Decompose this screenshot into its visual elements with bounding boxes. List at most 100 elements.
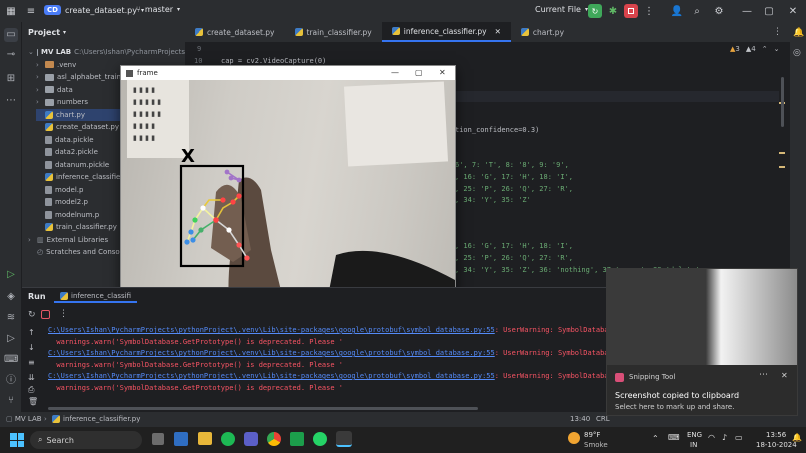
trash-icon[interactable]: 🗑 [28, 397, 38, 406]
search-icon[interactable]: ⌕ [690, 4, 704, 18]
console-line[interactable]: C:\Users\Ishan\PycharmProjects\pythonPro… [48, 349, 609, 357]
file-explorer-icon[interactable] [198, 432, 212, 445]
rerun-icon[interactable]: ↻ [28, 310, 36, 320]
tab-create-dataset[interactable]: create_dataset.py [185, 22, 285, 42]
folder-icon[interactable]: ▭ [4, 28, 18, 42]
frame-window-titlebar[interactable]: frame [121, 66, 455, 80]
tree-item-label: datanum.pickle [55, 160, 110, 169]
python-file-icon [60, 291, 68, 300]
tab-chart[interactable]: chart.py [511, 22, 574, 42]
file-link[interactable]: C:\Users\Ishan\PycharmProjects\pythonPro… [48, 326, 495, 334]
file-link[interactable]: C:\Users\Ishan\PycharmProjects\pythonPro… [48, 349, 495, 357]
debug-icon[interactable]: ✱ [606, 4, 620, 18]
frame-window-title: frame [137, 69, 158, 77]
file-breadcrumb[interactable]: inference_classifier.py [52, 415, 140, 423]
scroll-to-end-icon[interactable]: ⇊ [28, 373, 35, 382]
volume-icon[interactable]: ♪ [722, 433, 727, 442]
task-view-icon[interactable] [152, 433, 164, 445]
tab-inference-classifier[interactable]: inference_classifier.py ✕ [381, 22, 511, 42]
inspection-widget[interactable]: ▲3 ▲4 ⌃ ⌄ [730, 45, 779, 53]
more-options-icon[interactable]: ⋯ [759, 370, 768, 380]
battery-icon[interactable]: ▭ [735, 433, 743, 442]
structure-icon[interactable]: ⊞ [4, 72, 18, 86]
more-actions-icon[interactable]: ⋮ [642, 4, 656, 18]
snipping-tool-notification[interactable]: Snipping Tool ⋯ ✕ Screenshot copied to c… [606, 268, 798, 416]
notification-bell-icon[interactable]: 🔔 [792, 433, 802, 442]
clock-time[interactable]: 13:56 [766, 431, 786, 439]
teams-icon[interactable] [244, 432, 258, 446]
git-icon[interactable]: ⑂ [4, 394, 18, 408]
keyboard-icon[interactable]: ⌨ [668, 433, 680, 442]
language-top[interactable]: ENG [687, 431, 702, 439]
editor-scrollbar[interactable] [781, 77, 784, 127]
caret-position[interactable]: 13:40 [570, 415, 590, 423]
layers-icon[interactable]: ≋ [4, 311, 18, 325]
spotify-icon[interactable] [221, 432, 235, 446]
problems-icon[interactable]: ⓘ [4, 374, 18, 388]
code-fragment: , 16: 'G', 17: 'H', 18: 'I', [455, 242, 574, 250]
run-icon[interactable]: ▷ [4, 268, 18, 282]
project-panel-header[interactable]: Project ▾ [22, 22, 185, 42]
minimize-icon[interactable]: — [740, 4, 754, 18]
stop-icon[interactable] [41, 310, 50, 319]
services-icon[interactable]: ▷ [4, 332, 18, 346]
project-breadcrumb[interactable]: ▢ MV LAB [6, 415, 42, 423]
predicted-character: X [181, 146, 195, 167]
tab-train-classifier[interactable]: train_classifier.py [285, 22, 382, 42]
file-link[interactable]: C:\Users\Ishan\PycharmProjects\pythonPro… [48, 372, 495, 380]
maximize-icon[interactable]: ▢ [762, 4, 776, 18]
stop-button[interactable] [624, 4, 638, 18]
file-icon [45, 135, 52, 144]
language-bottom[interactable]: IN [690, 441, 697, 449]
wifi-icon[interactable]: ◠ [708, 433, 715, 442]
minimize-icon[interactable]: — [391, 68, 399, 77]
chrome-icon[interactable] [267, 432, 281, 446]
svg-text:▮ ▮ ▮ ▮: ▮ ▮ ▮ ▮ [133, 134, 155, 142]
commit-icon[interactable]: ⊸ [4, 48, 18, 62]
line-separator[interactable]: CRL [596, 415, 610, 423]
whatsapp-icon[interactable] [313, 432, 327, 446]
close-icon[interactable]: ✕ [781, 371, 788, 380]
windows-start-icon[interactable] [10, 433, 24, 447]
breadcrumb-project: MV LAB [14, 415, 42, 423]
run-config-tab[interactable]: inference_classifi [54, 290, 138, 303]
close-tab-icon[interactable]: ✕ [495, 27, 501, 36]
more-tabs-icon[interactable]: ⋮ [773, 27, 782, 37]
weather-icon[interactable] [568, 432, 580, 444]
chevron-down-icon[interactable]: ⌄ [774, 45, 780, 53]
branch-widget[interactable]: ⑂ master ▾ [136, 5, 180, 14]
arrow-down-icon[interactable]: ↓ [28, 343, 35, 352]
windows-app-icon[interactable]: ▦ [4, 4, 18, 18]
screenshot-preview[interactable] [607, 269, 797, 365]
run-config-dropdown[interactable]: Current File ▾ [535, 5, 588, 14]
python-packages-icon[interactable]: ◈ [4, 290, 18, 304]
file-icon [45, 210, 52, 219]
pycharm-taskbar-icon[interactable] [336, 431, 352, 447]
notifications-icon[interactable]: 🔔 [793, 28, 804, 38]
pycharm-edu-icon[interactable] [290, 432, 304, 446]
chevron-up-icon[interactable]: ⌃ [762, 45, 768, 53]
ai-assistant-icon[interactable]: ◎ [793, 48, 801, 58]
project-widget[interactable]: CD create_dataset.py ▾ [44, 5, 144, 15]
soft-wrap-icon[interactable]: ≡ [28, 358, 35, 367]
console-scrollbar[interactable] [48, 407, 478, 410]
close-icon[interactable]: ✕ [786, 4, 800, 18]
tree-root[interactable]: ⌄ MV LAB C:\Users\Ishan\PycharmProjects [28, 46, 185, 59]
more-actions-icon[interactable]: ⋮ [59, 309, 68, 319]
taskbar-search-box[interactable]: ⌕ Search [30, 431, 142, 449]
terminal-icon[interactable]: ⌨ [4, 353, 18, 367]
rerun-button[interactable]: ↻ [588, 4, 602, 18]
gear-icon[interactable]: ⚙ [712, 4, 726, 18]
console-line[interactable]: C:\Users\Ishan\PycharmProjects\pythonPro… [48, 372, 609, 380]
clock-date[interactable]: 18-10-2024 [756, 441, 797, 449]
maximize-icon[interactable]: ▢ [415, 68, 423, 77]
arrow-up-icon[interactable]: ↑ [28, 328, 35, 337]
print-icon[interactable]: ⎙ [28, 385, 34, 395]
more-icon[interactable]: ⋯ [4, 94, 18, 108]
main-menu-icon[interactable]: ≡ [24, 4, 38, 18]
add-user-icon[interactable]: 👤 [670, 4, 684, 18]
close-icon[interactable]: ✕ [439, 68, 446, 77]
chevron-up-icon[interactable]: ⌃ [652, 434, 659, 443]
console-line[interactable]: C:\Users\Ishan\PycharmProjects\pythonPro… [48, 326, 609, 334]
widgets-icon[interactable] [174, 432, 188, 446]
